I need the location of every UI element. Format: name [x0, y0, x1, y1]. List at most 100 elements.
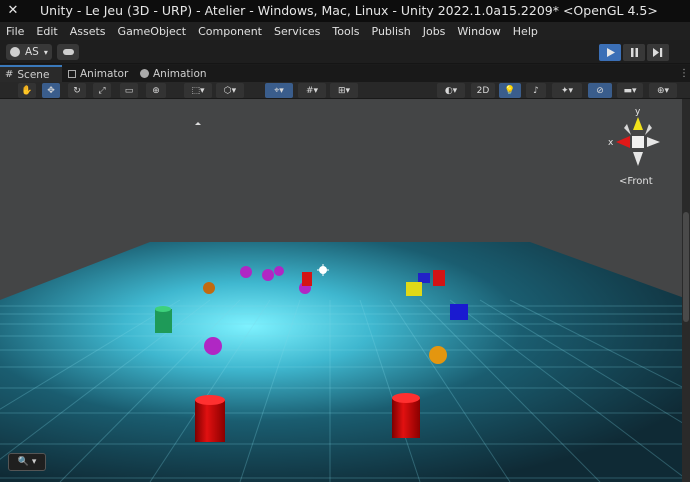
eye-off-icon: ⊘ — [596, 85, 604, 96]
menu-assets[interactable]: Assets — [64, 25, 112, 38]
tab-animation[interactable]: Animation — [140, 65, 207, 82]
move-icon: ✥ — [47, 85, 55, 96]
orange-sphere[interactable] — [203, 282, 215, 294]
animator-icon — [68, 69, 76, 78]
grid-snap-dropdown[interactable]: #▾ — [298, 83, 326, 98]
red-cylinder[interactable] — [392, 398, 420, 438]
scale-icon: ⤢ — [98, 85, 106, 96]
scene-viewport[interactable]: y x — [0, 99, 682, 482]
chevron-down-icon: ▾ — [43, 47, 48, 57]
lightbulb-icon: 💡 — [504, 85, 516, 96]
cube-icon: ⬡▾ — [223, 85, 237, 96]
purple-sphere[interactable] — [240, 266, 252, 278]
step-button[interactable] — [647, 44, 669, 61]
menu-gameobject[interactable]: GameObject — [112, 25, 193, 38]
transform-icon: ⊕ — [152, 85, 160, 96]
cloud-button[interactable] — [57, 44, 79, 60]
gizmos-dropdown[interactable]: ⊕▾ — [649, 83, 677, 98]
increment-snap-dropdown[interactable]: ⊞▾ — [330, 83, 358, 98]
menu-window[interactable]: Window — [451, 25, 506, 38]
rotate-icon: ↻ — [73, 85, 81, 96]
menu-tools[interactable]: Tools — [326, 25, 365, 38]
purple-sphere[interactable] — [262, 269, 274, 281]
shading-mode-dropdown[interactable]: ◐▾ — [437, 83, 465, 98]
gizmo-x-label: x — [608, 138, 614, 148]
orange-sphere[interactable] — [429, 346, 447, 364]
custom-tool-icon: ⬚▾ — [191, 85, 205, 96]
effects-icon: ✦▾ — [560, 85, 574, 96]
red-cylinder[interactable] — [433, 270, 445, 286]
main-toolbar — [0, 40, 690, 64]
account-icon — [10, 47, 20, 57]
rect-icon: ▭ — [124, 85, 134, 96]
menu-component[interactable]: Component — [192, 25, 268, 38]
purple-sphere[interactable] — [274, 266, 284, 276]
scene-search-dropdown[interactable]: 🔍 ▾ — [8, 453, 46, 471]
tab-animator-label: Animator — [80, 67, 129, 80]
account-dropdown[interactable]: AS ▾ — [6, 44, 52, 60]
effects-dropdown[interactable]: ✦▾ — [552, 83, 582, 98]
step-icon — [653, 48, 663, 57]
transform-tool-button[interactable]: ⊕ — [146, 83, 166, 98]
hand-icon: ✋ — [21, 85, 33, 96]
search-icon: 🔍 — [17, 457, 29, 467]
audio-toggle[interactable]: ♪ — [526, 83, 546, 98]
pivot-icon: ⌖▾ — [274, 85, 284, 96]
rotate-tool-button[interactable]: ↻ — [68, 83, 86, 98]
editor-tabs: # Scene Animator Animation — [0, 65, 690, 82]
move-tool-button[interactable]: ✥ — [42, 83, 60, 98]
pause-button[interactable] — [623, 44, 645, 61]
close-icon[interactable]: ✕ — [6, 4, 20, 18]
audio-icon: ♪ — [533, 85, 539, 96]
menu-bar: File Edit Assets GameObject Component Se… — [0, 22, 690, 40]
blue-cube[interactable] — [450, 304, 468, 320]
lighting-toggle[interactable]: 💡 — [499, 83, 521, 98]
gizmo-front-label[interactable]: <Front — [619, 176, 653, 187]
gizmos-icon: ⊕▾ — [656, 85, 670, 96]
floor-plane — [0, 242, 682, 482]
snap-icon: ⊞▾ — [337, 85, 351, 96]
menu-jobs[interactable]: Jobs — [417, 25, 452, 38]
play-button[interactable] — [599, 44, 621, 61]
scale-tool-button[interactable]: ⤢ — [93, 83, 111, 98]
tab-scene-label: Scene — [17, 68, 50, 81]
menu-services[interactable]: Services — [268, 25, 326, 38]
tab-scene[interactable]: # Scene — [0, 65, 62, 82]
grid-icon: #▾ — [305, 85, 319, 96]
menu-help[interactable]: Help — [507, 25, 544, 38]
red-cylinder[interactable] — [302, 272, 312, 286]
tab-animator[interactable]: Animator — [66, 65, 128, 82]
scene-render: y x — [0, 99, 682, 482]
camera-dropdown[interactable]: ▬▾ — [617, 83, 643, 98]
component-tool-dropdown[interactable]: ⬡▾ — [216, 83, 244, 98]
red-cylinder[interactable] — [195, 400, 225, 442]
pivot-dropdown[interactable]: ⌖▾ — [265, 83, 293, 98]
green-cylinder[interactable] — [155, 309, 172, 333]
menu-edit[interactable]: Edit — [30, 25, 63, 38]
blue-cube[interactable] — [418, 273, 430, 283]
menu-file[interactable]: File — [0, 25, 30, 38]
playmode-controls — [597, 44, 669, 61]
hand-tool-button[interactable]: ✋ — [18, 83, 36, 98]
window-title: Unity - Le Jeu (3D - URP) - Atelier - Wi… — [40, 3, 658, 18]
clock-icon — [140, 69, 149, 78]
yellow-cube[interactable] — [406, 282, 422, 296]
pause-icon — [630, 48, 638, 57]
play-icon — [606, 48, 615, 57]
rect-tool-button[interactable]: ▭ — [120, 83, 138, 98]
hash-icon: # — [5, 69, 14, 80]
tab-menu-icon[interactable]: ⋮ — [679, 68, 689, 79]
account-label: AS — [25, 46, 39, 58]
right-scrollbar[interactable] — [682, 99, 690, 482]
hidden-objects-toggle[interactable]: ⊘ — [588, 83, 612, 98]
purple-sphere[interactable] — [204, 337, 222, 355]
title-bar: ✕ Unity - Le Jeu (3D - URP) - Atelier - … — [0, 0, 690, 22]
menu-publish[interactable]: Publish — [366, 25, 417, 38]
gizmo-y-label: y — [635, 107, 641, 117]
2d-label: 2D — [476, 85, 490, 96]
tab-animation-label: Animation — [153, 67, 207, 80]
camera-icon: ▬▾ — [623, 85, 637, 96]
2d-toggle[interactable]: 2D — [471, 83, 495, 98]
custom-tool-dropdown[interactable]: ⬚▾ — [184, 83, 212, 98]
scrollbar-thumb[interactable] — [683, 212, 689, 322]
